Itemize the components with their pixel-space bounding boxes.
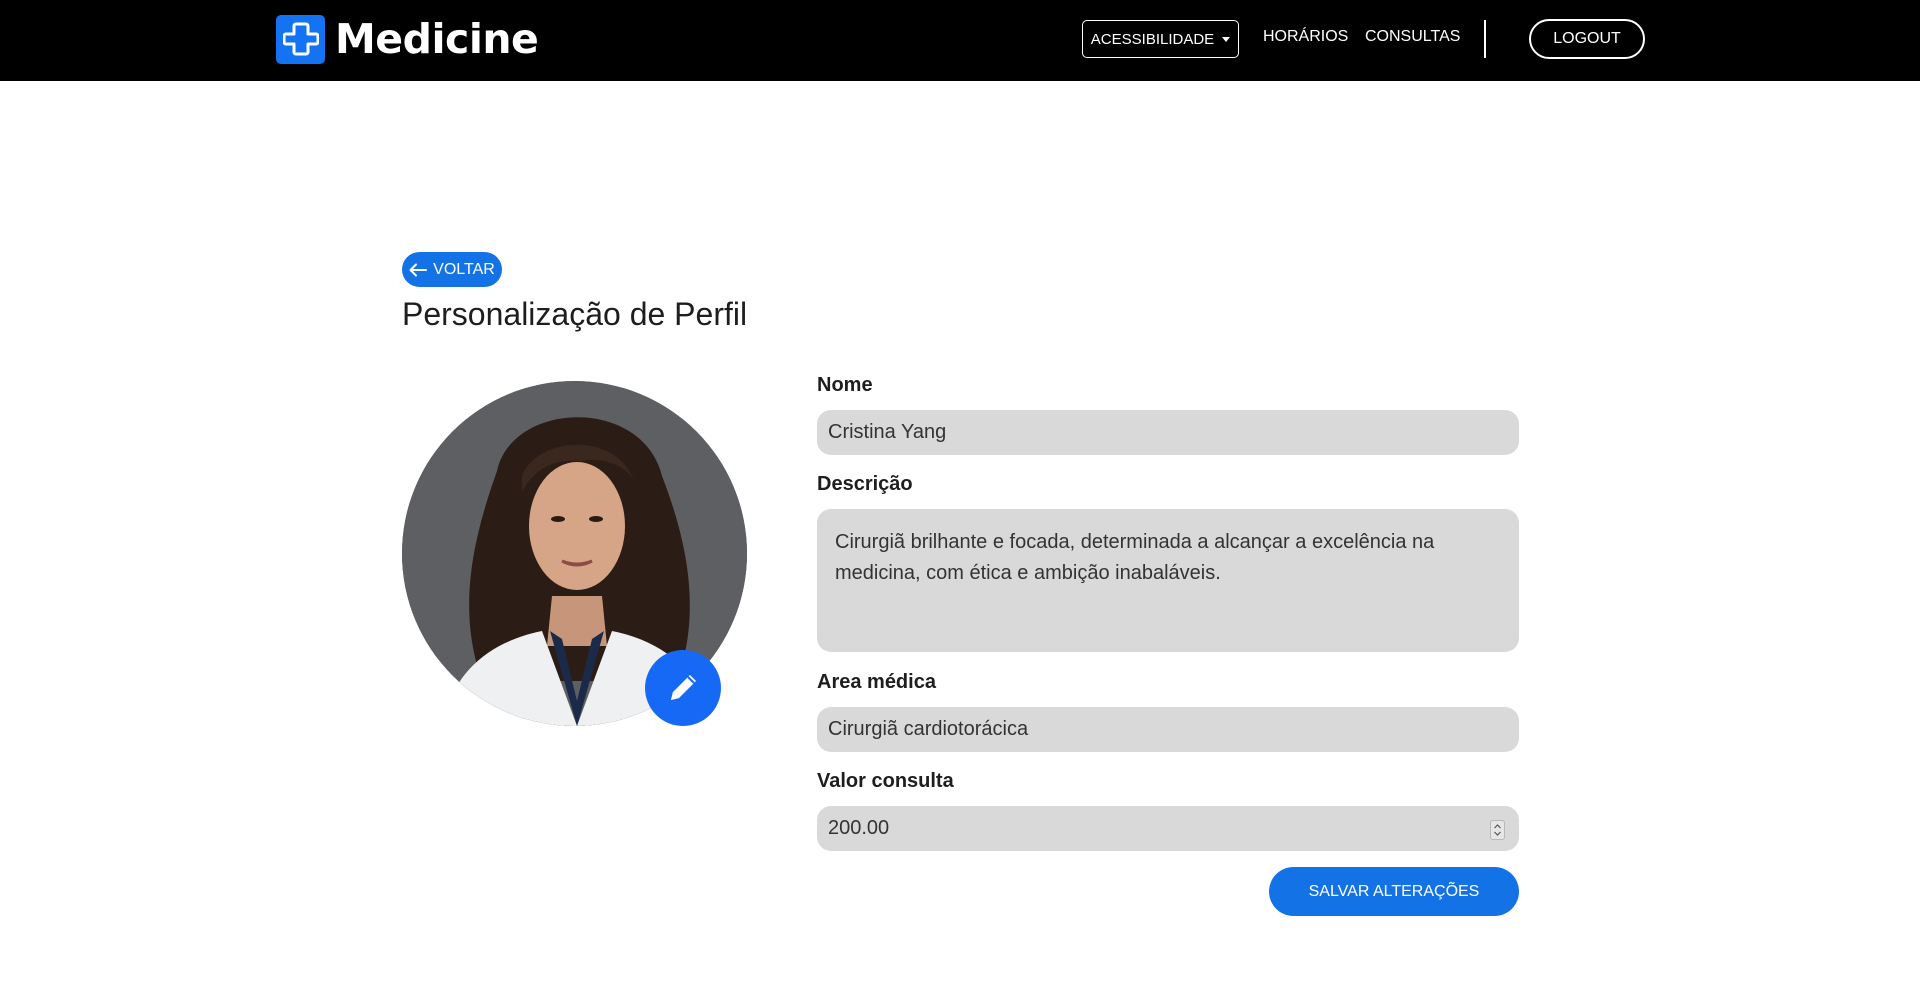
logout-label: LOGOUT [1553, 30, 1621, 47]
area-medica-label: Area médica [817, 671, 936, 693]
save-changes-label: SALVAR ALTERAÇÕES [1308, 882, 1480, 900]
back-button[interactable]: VOLTAR [402, 252, 502, 287]
descricao-value: Cirurgiã brilhante e focada, determinada… [835, 531, 1435, 584]
nav-link-horarios[interactable]: HORÁRIOS [1263, 28, 1348, 46]
brand-name: Medicine [335, 15, 539, 63]
valor-consulta-input[interactable]: 200.00 [817, 806, 1519, 851]
area-medica-input[interactable]: Cirurgiã cardiotorácica [817, 707, 1519, 752]
nome-input[interactable]: Cristina Yang [817, 410, 1519, 455]
caret-down-icon [1222, 36, 1231, 42]
top-navbar: Medicine ACESSIBILIDADE HORÁRIOS CONSULT… [0, 0, 1920, 81]
edit-avatar-button[interactable] [645, 650, 721, 726]
save-changes-button[interactable]: SALVAR ALTERAÇÕES [1269, 867, 1519, 916]
brand[interactable]: Medicine [276, 14, 539, 64]
nome-value: Cristina Yang [828, 421, 947, 443]
accessibility-dropdown[interactable]: ACESSIBILIDADE [1082, 20, 1239, 58]
nome-label: Nome [817, 374, 873, 396]
stepper-arrows-icon [1494, 824, 1501, 836]
number-stepper[interactable] [1490, 820, 1505, 840]
nav-link-consultas[interactable]: CONSULTAS [1365, 28, 1460, 46]
nav-divider [1484, 20, 1486, 58]
area-medica-value: Cirurgiã cardiotorácica [828, 718, 1029, 740]
descricao-textarea[interactable]: Cirurgiã brilhante e focada, determinada… [817, 509, 1519, 652]
valor-consulta-value: 200.00 [828, 817, 890, 839]
pencil-icon [671, 675, 696, 700]
descricao-label: Descrição [817, 473, 913, 495]
arrow-left-icon [409, 263, 428, 276]
logout-button[interactable]: LOGOUT [1529, 19, 1645, 59]
accessibility-label: ACESSIBILIDADE [1090, 30, 1215, 48]
page-title: Personalização de Perfil [402, 296, 748, 332]
medical-cross-icon [276, 14, 325, 64]
valor-consulta-label: Valor consulta [817, 770, 954, 792]
back-label: VOLTAR [433, 260, 495, 278]
